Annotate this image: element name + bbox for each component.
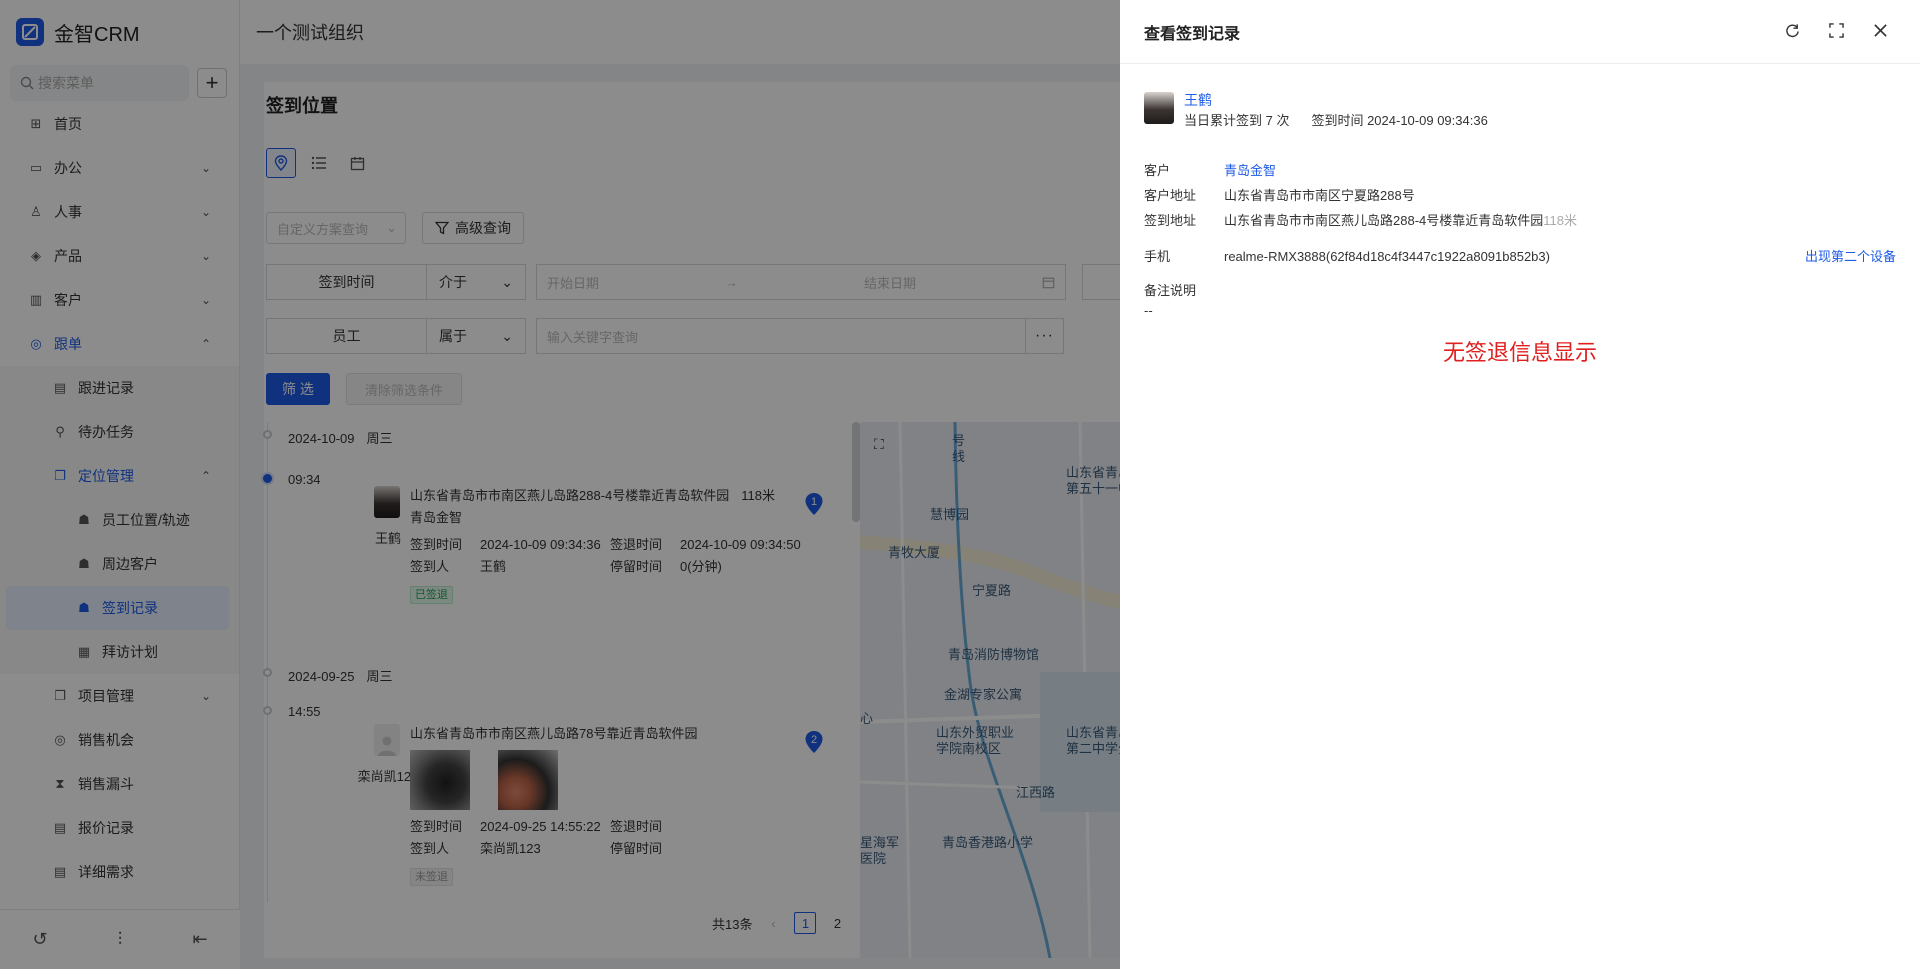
drawer-body: 王鹤 当日累计签到 7 次 签到时间 2024-10-09 09:34:36 客户… [1144,90,1896,321]
field-phone: 手机 realme-RMX3888(62f84d18c4f3447c1922a8… [1144,247,1896,267]
fullscreen-icon[interactable] [1826,20,1846,40]
field-customer: 客户 青岛金智 [1144,161,1896,181]
refresh-icon[interactable] [1782,20,1802,40]
close-icon[interactable] [1870,20,1890,40]
daily-checkin-count: 当日累计签到 7 次 [1184,113,1290,128]
drawer-title: 查看签到记录 [1144,25,1241,43]
distance-value: 118米 [1543,213,1577,228]
no-checkout-message: 无签退信息显示 [1442,340,1597,365]
drawer-user-stats: 当日累计签到 7 次 签到时间 2024-10-09 09:34:36 [1184,110,1488,132]
field-remark: 备注说明 [1144,283,1197,298]
drawer-user-name[interactable]: 王鹤 [1184,90,1488,110]
field-remark-value: -- [1144,303,1153,318]
customer-link[interactable]: 青岛金智 [1224,161,1896,181]
drawer-checkin-time: 签到时间 2024-10-09 09:34:36 [1311,113,1488,128]
drawer-user-row: 王鹤 当日累计签到 7 次 签到时间 2024-10-09 09:34:36 [1144,90,1896,132]
second-device-link[interactable]: 出现第二个设备 [1805,247,1896,267]
field-customer-address: 客户地址 山东省青岛市市南区宁夏路288号 [1144,188,1415,203]
checkin-detail-drawer: 查看签到记录 王鹤 当日累计签到 7 次 签到时间 2024-10-09 09:3… [1120,0,1920,969]
avatar [1144,92,1174,124]
field-checkin-address: 签到地址 山东省青岛市市南区燕儿岛路288-4号楼靠近青岛软件园118米 [1144,213,1577,228]
